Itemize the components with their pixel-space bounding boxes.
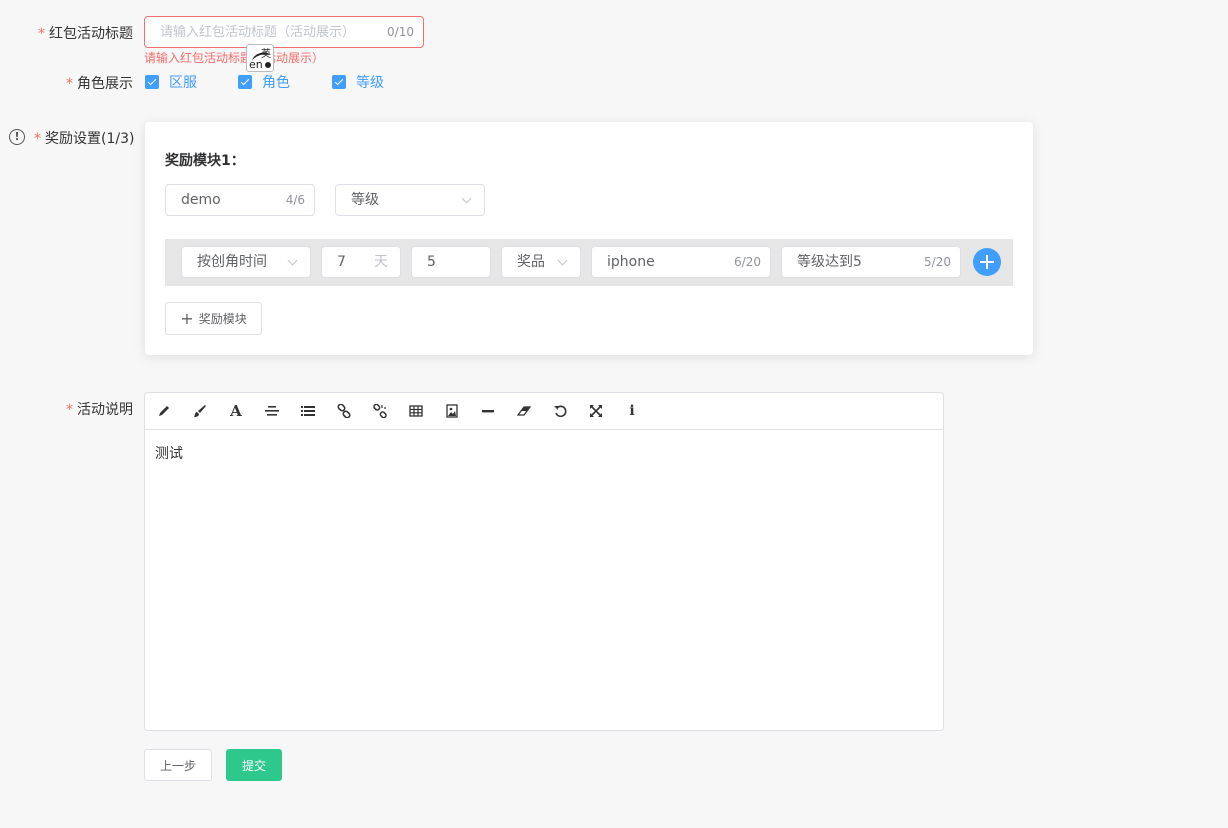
reward-settings-label: * 奖励设置(1/3) (34, 131, 135, 147)
horizontal-rule-icon[interactable] (478, 401, 498, 421)
align-center-icon[interactable] (262, 401, 282, 421)
add-row-plus-icon[interactable] (973, 248, 1001, 276)
rich-text-editor: A i 测试 (144, 392, 944, 731)
add-module-button[interactable]: + 奖励模块 (165, 302, 262, 335)
checkbox-checked-icon[interactable] (332, 75, 346, 89)
prize-type-select[interactable]: 奖品 (501, 246, 581, 278)
chevron-down-icon (557, 255, 568, 266)
reward-module-title: 奖励模块1： (165, 153, 245, 169)
title-input[interactable] (160, 17, 380, 47)
info-icon[interactable]: i (622, 401, 642, 421)
description-label: * 活动说明 (66, 402, 133, 418)
role-display-label: * 角色展示 (66, 76, 133, 92)
days-input[interactable]: 7 天 (321, 246, 401, 278)
chevron-down-icon (461, 193, 472, 204)
list-icon[interactable] (298, 401, 318, 421)
prize-name-input[interactable]: iphone 6/20 (591, 246, 771, 278)
checkbox-server[interactable]: 区服 (145, 72, 197, 92)
checkbox-checked-icon[interactable] (238, 75, 252, 89)
image-icon[interactable] (442, 401, 462, 421)
checkbox-checked-icon[interactable] (145, 75, 159, 89)
undo-icon[interactable] (550, 401, 570, 421)
module-name-input[interactable]: demo 4/6 (165, 184, 315, 216)
editor-content[interactable]: 测试 (155, 443, 183, 463)
title-counter: 0/10 (387, 25, 414, 39)
editor-toolbar: A i (145, 393, 943, 430)
reward-module-card: 奖励模块1： demo 4/6 等级 按创角时间 7 天 5 奖品 iphone… (145, 122, 1033, 355)
brush-icon[interactable] (190, 401, 210, 421)
checkbox-level[interactable]: 等级 (332, 72, 384, 92)
chevron-down-icon (287, 255, 298, 266)
title-error-text: 请输入红包活动标题（活动展示） (144, 51, 325, 65)
eraser-icon[interactable] (514, 401, 534, 421)
table-icon[interactable] (406, 401, 426, 421)
plus-icon: + (180, 308, 194, 328)
exclamation-circle-icon[interactable]: ! (9, 129, 25, 145)
ime-indicator-icon[interactable]: 英 en (246, 44, 274, 72)
checkbox-role[interactable]: 角色 (238, 72, 290, 92)
condition-select[interactable]: 按创角时间 (181, 246, 311, 278)
module-type-select[interactable]: 等级 (335, 184, 485, 216)
pencil-icon[interactable] (154, 401, 174, 421)
reward-desc-input[interactable]: 等级达到5 5/20 (781, 246, 961, 278)
fullscreen-icon[interactable] (586, 401, 606, 421)
amount-input[interactable]: 5 (411, 246, 491, 278)
unlink-icon[interactable] (370, 401, 390, 421)
font-icon[interactable]: A (226, 401, 246, 421)
title-input-wrapper[interactable]: 0/10 (144, 16, 424, 48)
title-field-label: * 红包活动标题 (38, 26, 133, 42)
prev-step-button[interactable]: 上一步 (144, 749, 212, 781)
link-icon[interactable] (334, 401, 354, 421)
submit-button[interactable]: 提交 (226, 749, 282, 781)
